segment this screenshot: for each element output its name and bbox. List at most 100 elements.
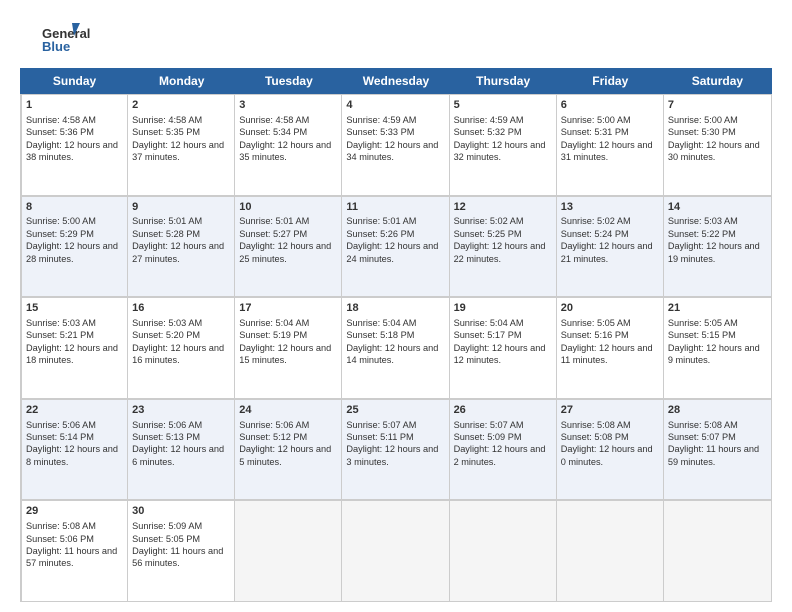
daylight-label: Daylight: 12 hours and 11 minutes. [561, 343, 653, 365]
weekday-header-friday: Friday [557, 69, 664, 93]
day-number: 28 [668, 403, 767, 418]
daylight-label: Daylight: 12 hours and 30 minutes. [668, 140, 760, 162]
day-cell-25: 25Sunrise: 5:07 AMSunset: 5:11 PMDayligh… [342, 399, 449, 500]
daylight-label: Daylight: 12 hours and 3 minutes. [346, 444, 438, 466]
sunset-label: Sunset: 5:21 PM [26, 330, 94, 340]
sunset-label: Sunset: 5:06 PM [26, 534, 94, 544]
day-cell-6: 6Sunrise: 5:00 AMSunset: 5:31 PMDaylight… [557, 94, 664, 195]
sunrise-label: Sunrise: 5:04 AM [454, 318, 524, 328]
day-cell-23: 23Sunrise: 5:06 AMSunset: 5:13 PMDayligh… [128, 399, 235, 500]
calendar-row: 15 Sunrise: 5:03 AM Sunset: 5:21 PM Dayligh… [21, 297, 771, 399]
day-cell-27: 27Sunrise: 5:08 AMSunset: 5:08 PMDayligh… [557, 399, 664, 500]
weekday-header-thursday: Thursday [450, 69, 557, 93]
weekday-header-saturday: Saturday [664, 69, 771, 93]
daylight-label: Daylight: 12 hours and 8 minutes. [26, 444, 118, 466]
sunrise-label: Sunrise: 5:02 AM [454, 216, 524, 226]
sunrise-label: Sunrise: 5:04 AM [239, 318, 309, 328]
sunset-label: Sunset: 5:34 PM [239, 127, 307, 137]
sunrise-label: Sunrise: 5:06 AM [239, 420, 309, 430]
page-header: General Blue [20, 18, 772, 58]
day-number: 8 [26, 200, 123, 215]
sunset-label: Sunset: 5:30 PM [668, 127, 736, 137]
day-number: 21 [668, 301, 767, 316]
day-number: 17 [239, 301, 337, 316]
day-cell-19: 19Sunrise: 5:04 AMSunset: 5:17 PMDayligh… [450, 297, 557, 398]
sunset-label: Sunset: 5:19 PM [239, 330, 307, 340]
day-number: 5 [454, 98, 552, 113]
sunrise-label: Sunrise: 4:58 AM [239, 115, 309, 125]
daylight-label: Daylight: 12 hours and 28 minutes. [26, 241, 118, 263]
day-cell-21: 21Sunrise: 5:05 AMSunset: 5:15 PMDayligh… [664, 297, 771, 398]
day-number: 18 [346, 301, 444, 316]
sunrise-label: Sunrise: 5:07 AM [346, 420, 416, 430]
sunset-label: Sunset: 5:18 PM [346, 330, 414, 340]
day-cell-2: 2Sunrise: 4:58 AMSunset: 5:35 PMDaylight… [128, 94, 235, 195]
day-cell-4: 4Sunrise: 4:59 AMSunset: 5:33 PMDaylight… [342, 94, 449, 195]
sunset-label: Sunset: 5:28 PM [132, 229, 200, 239]
day-number: 23 [132, 403, 230, 418]
sunset-label: Sunset: 5:17 PM [454, 330, 522, 340]
day-cell-20: 20 Sunrise: 5:05 AM Sunset: 5:16 PM Dayligh… [557, 297, 664, 398]
sunset-label: Sunset: 5:33 PM [346, 127, 414, 137]
sunset-label: Sunset: 5:05 PM [132, 534, 200, 544]
day-number: 20 [561, 301, 659, 316]
calendar-header: SundayMondayTuesdayWednesdayThursdayFrid… [20, 68, 772, 94]
day-number: 7 [668, 98, 767, 113]
daylight-label: Daylight: 12 hours and 14 minutes. [346, 343, 438, 365]
sunrise-label: Sunrise: 5:00 AM [668, 115, 738, 125]
daylight-label: Daylight: 12 hours and 9 minutes. [668, 343, 760, 365]
calendar: SundayMondayTuesdayWednesdayThursdayFrid… [20, 68, 772, 602]
sunrise-label: Sunrise: 5:04 AM [346, 318, 416, 328]
daylight-label: Daylight: 12 hours and 21 minutes. [561, 241, 653, 263]
calendar-page: General Blue SundayMondayTuesdayWednesda… [0, 0, 792, 612]
daylight-label: Daylight: 12 hours and 37 minutes. [132, 140, 224, 162]
sunrise-label: Sunrise: 5:08 AM [26, 521, 96, 531]
sunrise-label: Sunrise: 5:09 AM [132, 521, 202, 531]
day-cell-10: 10Sunrise: 5:01 AMSunset: 5:27 PMDayligh… [235, 196, 342, 297]
sunset-label: Sunset: 5:15 PM [668, 330, 736, 340]
day-number: 12 [454, 200, 552, 215]
sunrise-label: Sunrise: 5:02 AM [561, 216, 631, 226]
day-number: 6 [561, 98, 659, 113]
sunset-label: Sunset: 5:35 PM [132, 127, 200, 137]
daylight-label: Daylight: 12 hours and 5 minutes. [239, 444, 331, 466]
calendar-row: 22Sunrise: 5:06 AMSunset: 5:14 PMDayligh… [21, 399, 771, 501]
day-cell-1: 1Sunrise: 4:58 AMSunset: 5:36 PMDaylight… [21, 94, 128, 195]
day-cell-26: 26Sunrise: 5:07 AMSunset: 5:09 PMDayligh… [450, 399, 557, 500]
day-number: 2 [132, 98, 230, 113]
day-number: 11 [346, 200, 444, 215]
daylight-label: Daylight: 12 hours and 38 minutes. [26, 140, 118, 162]
sunset-label: Sunset: 5:26 PM [346, 229, 414, 239]
daylight-label: Daylight: 12 hours and 19 minutes. [668, 241, 760, 263]
sunrise-label: Sunrise: 5:08 AM [561, 420, 631, 430]
calendar-row: 8Sunrise: 5:00 AMSunset: 5:29 PMDaylight… [21, 196, 771, 298]
day-number: 10 [239, 200, 337, 215]
sunset-label: Sunset: 5:16 PM [561, 330, 629, 340]
sunrise-label: Sunrise: 5:03 AM [26, 318, 96, 328]
sunrise-label: Sunrise: 5:07 AM [454, 420, 524, 430]
sunrise-label: Sunrise: 5:05 AM [561, 318, 631, 328]
logo: General Blue [20, 18, 100, 58]
empty-cell [557, 500, 664, 601]
sunset-label: Sunset: 5:09 PM [454, 432, 522, 442]
sunrise-label: Sunrise: 5:00 AM [26, 216, 96, 226]
day-number: 22 [26, 403, 123, 418]
daylight-label: Daylight: 12 hours and 32 minutes. [454, 140, 546, 162]
sunset-label: Sunset: 5:11 PM [346, 432, 413, 442]
day-cell-5: 5Sunrise: 4:59 AMSunset: 5:32 PMDaylight… [450, 94, 557, 195]
daylight-label: Daylight: 12 hours and 25 minutes. [239, 241, 331, 263]
sunset-label: Sunset: 5:13 PM [132, 432, 200, 442]
day-number: 15 [26, 301, 123, 316]
sunrise-label: Sunrise: 4:59 AM [346, 115, 416, 125]
day-cell-12: 12Sunrise: 5:02 AMSunset: 5:25 PMDayligh… [450, 196, 557, 297]
day-number: 3 [239, 98, 337, 113]
sunrise-label: Sunrise: 5:01 AM [346, 216, 416, 226]
sunset-label: Sunset: 5:07 PM [668, 432, 736, 442]
day-number: 4 [346, 98, 444, 113]
weekday-header-monday: Monday [128, 69, 235, 93]
sunset-label: Sunset: 5:20 PM [132, 330, 200, 340]
empty-cell [450, 500, 557, 601]
daylight-label: Daylight: 12 hours and 15 minutes. [239, 343, 331, 365]
day-number: 16 [132, 301, 230, 316]
sunrise-label: Sunrise: 4:59 AM [454, 115, 524, 125]
